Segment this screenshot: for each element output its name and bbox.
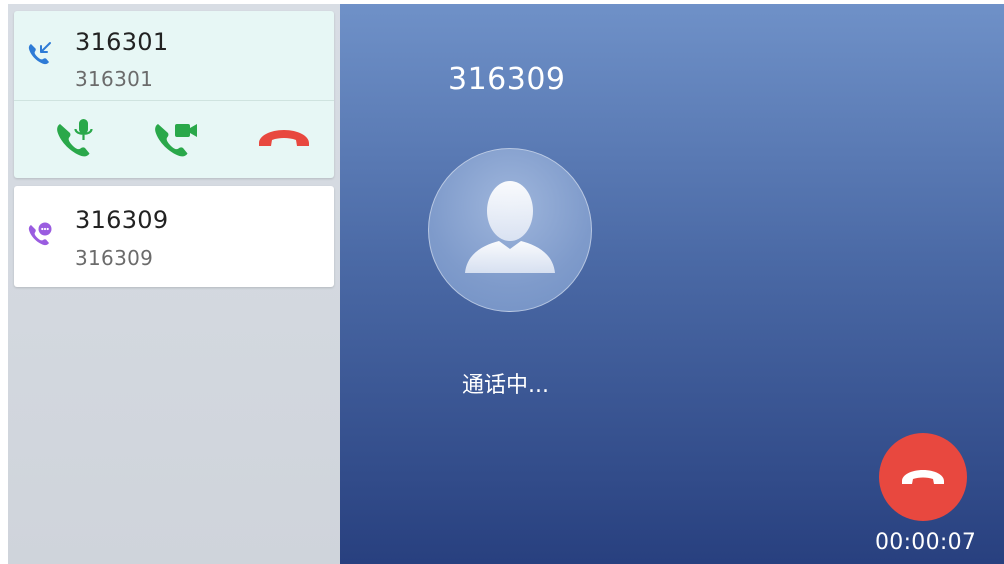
active-caller-name: 316309 xyxy=(75,206,169,234)
caller-avatar xyxy=(428,148,592,312)
talking-call-icon xyxy=(26,221,52,247)
call-timer: 00:00:07 xyxy=(875,530,977,555)
hangup-icon xyxy=(902,470,944,484)
call-status: 通话中... xyxy=(462,373,549,398)
card-divider xyxy=(14,100,334,101)
hangup-button[interactable] xyxy=(879,433,967,521)
hangup-icon xyxy=(259,130,309,146)
active-caller-number: 316309 xyxy=(75,246,154,270)
person-icon xyxy=(465,181,555,273)
call-card-active[interactable]: 316309 316309 xyxy=(14,186,334,287)
call-card-incoming[interactable]: 316301 316301 xyxy=(14,11,334,178)
answer-audio-button[interactable] xyxy=(52,114,100,162)
phone-mic-icon xyxy=(57,119,93,157)
reject-button[interactable] xyxy=(256,114,312,162)
phone-video-icon xyxy=(155,124,197,157)
caller-number: 316309 xyxy=(448,62,566,97)
incoming-call-icon xyxy=(26,41,52,67)
incoming-caller-number: 316301 xyxy=(75,67,154,91)
answer-video-button[interactable] xyxy=(152,114,200,162)
incoming-caller-name: 316301 xyxy=(75,28,169,56)
phone-screen: 316301 316301 316309 316309 316309 通话中..… xyxy=(8,4,1004,564)
active-call-view: 316309 通话中... 00:00:07 xyxy=(340,4,1004,564)
call-list-panel: 316301 316301 316309 316309 xyxy=(8,4,340,564)
